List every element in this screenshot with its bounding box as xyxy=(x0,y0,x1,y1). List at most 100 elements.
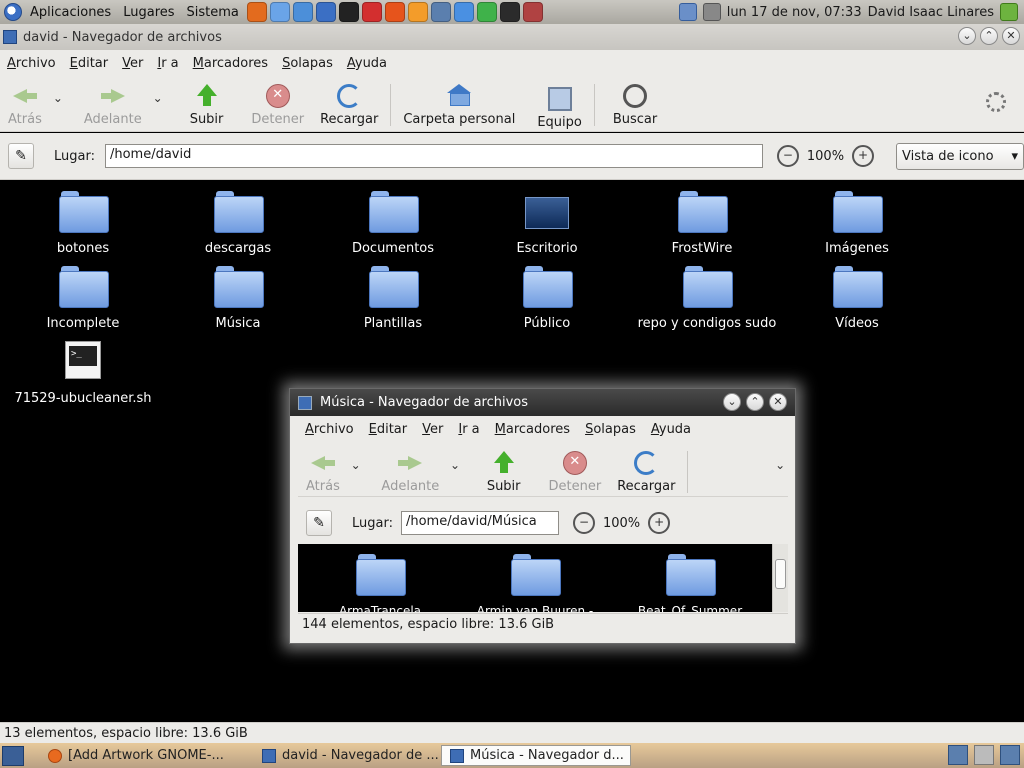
app-launcher-icon[interactable] xyxy=(499,2,520,22)
app-launcher-icon[interactable] xyxy=(384,2,405,22)
back-history-dropdown[interactable]: ⌄ xyxy=(348,451,364,472)
toggle-location-entry-button[interactable]: ✎ xyxy=(8,143,34,169)
file-item[interactable]: Escritorio xyxy=(472,191,622,256)
menu-ayuda[interactable]: Ayuda xyxy=(340,56,394,71)
zoom-out-button[interactable]: − xyxy=(572,512,595,534)
file-item[interactable]: Vídeos xyxy=(782,266,932,331)
menu-archivo[interactable]: Archivo xyxy=(0,56,63,71)
workspace-2-icon[interactable] xyxy=(1000,745,1020,765)
file-item[interactable]: botones xyxy=(8,191,158,256)
file-item[interactable]: Plantillas xyxy=(318,266,468,331)
forward-history-dropdown[interactable]: ⌄ xyxy=(447,451,463,472)
maximize-button[interactable]: ⌃ xyxy=(746,393,764,411)
file-item[interactable]: Imágenes xyxy=(782,191,932,256)
back-button[interactable]: Atrás xyxy=(0,84,50,127)
home-button[interactable]: Carpeta personal xyxy=(395,84,523,127)
search-button[interactable]: Buscar xyxy=(605,84,665,127)
app-launcher-icon[interactable] xyxy=(269,2,290,22)
toggle-location-entry-button[interactable]: ✎ xyxy=(306,510,332,536)
reload-button[interactable]: Recargar xyxy=(609,451,683,494)
file-item[interactable]: Armin van Buuren - xyxy=(465,554,605,612)
zoom-out-button[interactable]: − xyxy=(776,145,799,167)
app-launcher-icon[interactable] xyxy=(407,2,428,22)
file-item[interactable]: FrostWire xyxy=(627,191,777,256)
forward-button[interactable]: Adelante xyxy=(373,451,447,494)
close-button[interactable]: ✕ xyxy=(769,393,787,411)
zoom-in-button[interactable]: + xyxy=(648,512,671,534)
zoom-level[interactable]: 100% xyxy=(603,516,640,531)
app-launcher-icon[interactable] xyxy=(338,2,359,22)
show-desktop-icon[interactable] xyxy=(2,745,24,766)
file-item[interactable]: descargas xyxy=(163,191,313,256)
file-item[interactable]: repo y condigos sudo xyxy=(627,266,787,331)
vertical-scrollbar[interactable] xyxy=(772,544,788,612)
file-item[interactable]: Público xyxy=(472,266,622,331)
view-mode-select[interactable]: Vista de icono ▾ xyxy=(896,142,1024,170)
menu-ver[interactable]: Ver xyxy=(415,422,451,437)
menu-lugares[interactable]: Lugares xyxy=(117,5,180,20)
menu-aplicaciones[interactable]: Aplicaciones xyxy=(24,5,117,20)
reload-button[interactable]: Recargar xyxy=(312,84,386,127)
app-launcher-icon[interactable] xyxy=(522,2,543,22)
menu-ver[interactable]: Ver xyxy=(115,56,150,71)
zoom-in-button[interactable]: + xyxy=(852,145,875,167)
up-button[interactable]: Subir xyxy=(182,84,232,127)
menu-solapas[interactable]: Solapas xyxy=(275,56,340,71)
trash-icon[interactable] xyxy=(974,745,994,765)
forward-history-dropdown[interactable]: ⌄ xyxy=(150,84,166,105)
menu-ir-a[interactable]: Ir a xyxy=(451,422,487,437)
clock[interactable]: lun 17 de nov, 07:33 xyxy=(727,5,862,20)
workspace-1-icon[interactable] xyxy=(948,745,968,765)
app-launcher-icon[interactable] xyxy=(430,2,451,22)
volume-icon[interactable] xyxy=(702,3,721,21)
menu-marcadores[interactable]: Marcadores xyxy=(488,422,578,437)
taskbar-item[interactable]: [Add Artwork GNOME-... xyxy=(40,745,230,766)
file-name: descargas xyxy=(204,241,272,256)
app-launcher-icon[interactable] xyxy=(315,2,336,22)
menu-solapas[interactable]: Solapas xyxy=(578,422,644,437)
taskbar-item-active[interactable]: Música - Navegador d... xyxy=(441,745,631,766)
app-launcher-icon[interactable] xyxy=(361,2,382,22)
file-item[interactable]: Documentos xyxy=(318,191,468,256)
forward-button[interactable]: Adelante xyxy=(76,84,150,127)
back-button[interactable]: Atrás xyxy=(298,451,348,494)
menu-ayuda[interactable]: Ayuda xyxy=(644,422,699,437)
music-icon-view[interactable]: ArmaTrancela Armin van Buuren - Beat_Of_… xyxy=(298,544,772,612)
menu-sistema[interactable]: Sistema xyxy=(181,5,245,20)
menu-ir-a[interactable]: Ir a xyxy=(150,56,185,71)
computer-button[interactable]: Equipo xyxy=(529,84,590,130)
app-launcher-icon[interactable] xyxy=(246,2,267,22)
location-input[interactable]: /home/david xyxy=(104,144,763,168)
taskbar-item[interactable]: david - Navegador de ... xyxy=(254,745,439,766)
main-window-titlebar[interactable]: david - Navegador de archivos ⌄ ⌃ ✕ xyxy=(0,24,1024,50)
file-item[interactable]: ArmaTrancela xyxy=(310,554,450,612)
back-history-dropdown[interactable]: ⌄ xyxy=(50,84,66,105)
file-item[interactable]: >_ 71529-ubucleaner.sh xyxy=(8,341,158,406)
app-launcher-icon[interactable] xyxy=(476,2,497,22)
file-item[interactable]: Incomplete xyxy=(8,266,158,331)
stop-button[interactable]: ✕ Detener xyxy=(541,451,610,494)
menu-marcadores[interactable]: Marcadores xyxy=(186,56,275,71)
file-item[interactable]: Beat_Of_Summer xyxy=(620,554,760,612)
stop-button[interactable]: ✕ Detener xyxy=(243,84,312,127)
menu-editar[interactable]: Editar xyxy=(63,56,116,71)
menu-editar[interactable]: Editar xyxy=(362,422,416,437)
scrollbar-thumb[interactable] xyxy=(775,559,786,589)
file-item[interactable]: Música xyxy=(163,266,313,331)
music-window-titlebar[interactable]: Música - Navegador de archivos ⌄ ⌃ ✕ xyxy=(290,389,795,416)
minimize-button[interactable]: ⌄ xyxy=(723,393,741,411)
up-button[interactable]: Subir xyxy=(479,451,529,494)
weather-icon[interactable] xyxy=(678,3,697,21)
menu-archivo[interactable]: Archivo xyxy=(298,422,362,437)
minimize-button[interactable]: ⌄ xyxy=(958,27,976,45)
user-name[interactable]: David Isaac Linares xyxy=(868,5,994,20)
toolbar-overflow-button[interactable]: ⌄ xyxy=(772,451,788,472)
maximize-button[interactable]: ⌃ xyxy=(980,27,998,45)
app-launcher-icon[interactable] xyxy=(292,2,313,22)
app-launcher-icon[interactable] xyxy=(453,2,474,22)
gnome-menu-icon[interactable] xyxy=(4,3,22,21)
zoom-level[interactable]: 100% xyxy=(807,149,844,164)
close-button[interactable]: ✕ xyxy=(1002,27,1020,45)
user-switcher-icon[interactable] xyxy=(1000,3,1018,21)
location-input[interactable]: /home/david/Música xyxy=(400,511,559,535)
